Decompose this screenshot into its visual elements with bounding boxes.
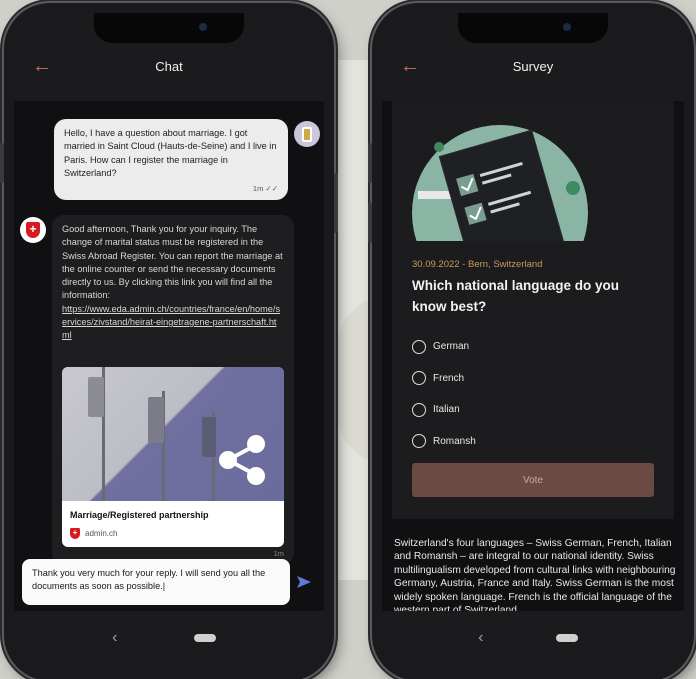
- share-icon[interactable]: [214, 433, 270, 487]
- volume-button: [368, 143, 372, 183]
- link-card-title: Marriage/Registered partnership: [70, 510, 209, 520]
- survey-illustration: [412, 125, 588, 241]
- survey-title: Survey: [512, 59, 554, 74]
- link-card-domain-text: admin.ch: [85, 529, 118, 538]
- swiss-shield-icon: +: [26, 222, 40, 238]
- survey-card: 30.09.2022 - Bern, Switzerland Which nat…: [392, 101, 674, 519]
- swiss-shield-icon: +: [70, 528, 80, 540]
- chat-messages[interactable]: Hello, I have a question about marriage.…: [14, 113, 324, 613]
- survey-question: Which national language do you know best…: [412, 278, 620, 314]
- message-input-text: Thank you very much for your reply. I wi…: [32, 568, 266, 592]
- volume-button: [368, 203, 372, 243]
- back-arrow-icon[interactable]: ←: [400, 55, 420, 78]
- notch: [94, 13, 244, 43]
- system-nav-bar: ‹: [382, 611, 684, 673]
- option-italian[interactable]: Italian: [412, 394, 476, 426]
- phone-chat: ← Chat Hello, I have a question about ma…: [0, 3, 338, 679]
- survey-date-location: 30.09.2022 - Bern, Switzerland: [412, 259, 543, 270]
- bot-message-link[interactable]: https://www.eda.admin.ch/countries/franc…: [62, 304, 280, 341]
- option-label: German: [433, 341, 470, 353]
- link-preview-image: [62, 367, 284, 501]
- bot-avatar: +: [20, 217, 46, 243]
- bot-message-bubble: Good afternoon, Thank you for your inqui…: [52, 215, 294, 565]
- survey-options: German French Italian Romansh: [412, 331, 476, 457]
- user-avatar: [294, 121, 320, 147]
- power-button: [334, 173, 338, 233]
- chat-title: Chat: [155, 59, 183, 74]
- radio-icon[interactable]: [412, 371, 426, 386]
- user-message-time: 1m ✓✓: [252, 183, 278, 193]
- phone-survey: ← Survey 30.09.2022 - Bern, Switzerland …: [368, 3, 694, 679]
- nav-back-icon[interactable]: ‹: [478, 629, 483, 647]
- bot-message-text: Good afternoon, Thank you for your inqui…: [62, 224, 283, 301]
- flag: [88, 377, 104, 417]
- option-label: Italian: [433, 404, 460, 416]
- camera: [199, 23, 207, 31]
- notch: [458, 13, 608, 43]
- option-romansh[interactable]: Romansh: [412, 426, 476, 458]
- radio-icon[interactable]: [412, 339, 426, 354]
- camera: [563, 23, 571, 31]
- chat-screen: ← Chat Hello, I have a question about ma…: [14, 13, 324, 673]
- survey-screen: ← Survey 30.09.2022 - Bern, Switzerland …: [382, 13, 684, 673]
- send-icon[interactable]: [296, 575, 312, 589]
- radio-icon[interactable]: [412, 402, 426, 417]
- survey-info-text: Switzerland's four languages – Swiss Ger…: [394, 538, 676, 616]
- nav-home-icon[interactable]: [555, 634, 578, 642]
- system-nav-bar: ‹: [14, 611, 324, 673]
- option-label: Romansh: [433, 435, 476, 447]
- back-arrow-icon[interactable]: ←: [32, 55, 52, 78]
- text-cursor: |: [162, 581, 166, 592]
- user-message-text: Hello, I have a question about marriage.…: [64, 128, 277, 178]
- phone-icon: [302, 126, 312, 142]
- nav-home-icon[interactable]: [193, 634, 216, 642]
- option-french[interactable]: French: [412, 363, 476, 395]
- option-label: French: [433, 372, 465, 384]
- bot-message-time: 1m: [273, 548, 284, 558]
- radio-icon[interactable]: [412, 434, 426, 449]
- user-message-bubble: Hello, I have a question about marriage.…: [54, 119, 288, 201]
- link-preview-card[interactable]: Marriage/Registered partnership + admin.…: [62, 367, 284, 547]
- flag: [148, 397, 164, 443]
- nav-back-icon[interactable]: ‹: [112, 629, 117, 647]
- link-card-domain: + admin.ch: [70, 527, 117, 540]
- option-german[interactable]: German: [412, 331, 476, 363]
- volume-button: [0, 143, 4, 183]
- vote-button[interactable]: Vote: [412, 463, 654, 497]
- message-input[interactable]: Thank you very much for your reply. I wi…: [22, 559, 290, 605]
